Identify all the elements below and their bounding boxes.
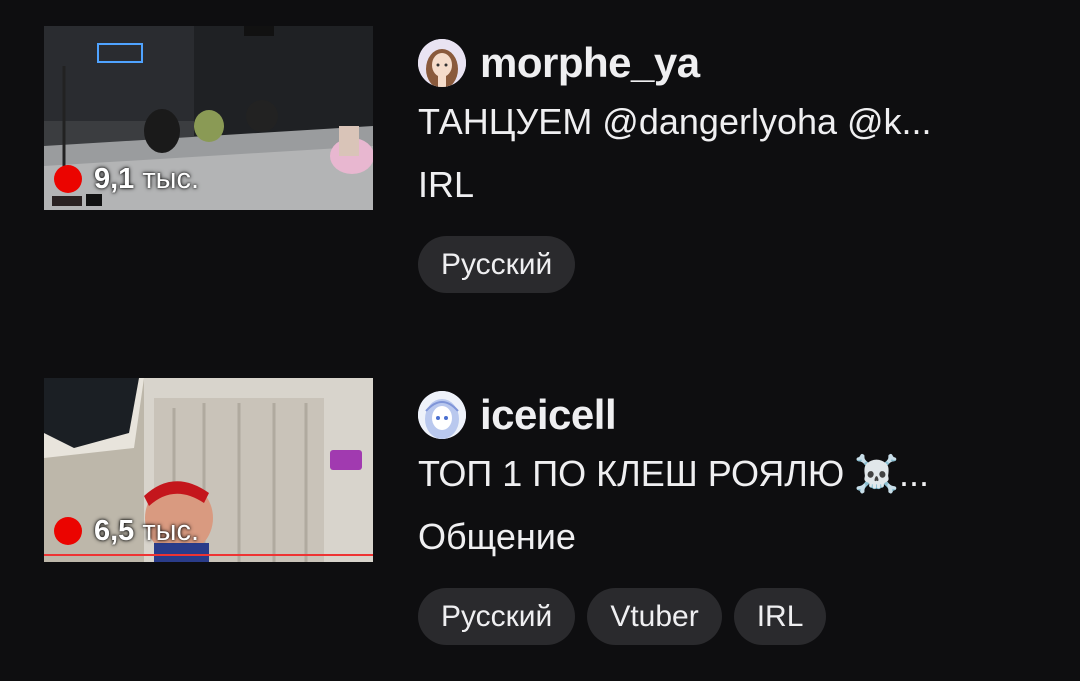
stream-thumbnail[interactable]: 9,1 тыс. <box>44 26 373 210</box>
tag-list: Русский <box>418 236 1054 293</box>
tag[interactable]: Русский <box>418 236 576 293</box>
tag-list: Русский Vtuber IRL <box>418 588 1054 645</box>
tag[interactable]: Русский <box>418 588 576 645</box>
stream-card[interactable]: 9,1 тыс. morphe_ya ТАНЦУЕМ @dangerlyoha … <box>44 26 1054 326</box>
stream-category[interactable]: Общение <box>418 516 1054 558</box>
channel-name[interactable]: morphe_ya <box>480 39 700 87</box>
stream-card[interactable]: 6,5 тыс. iceicell ТОП 1 ПО КЛЕШ РОЯЛЮ ☠️… <box>44 378 1054 678</box>
viewer-count: 9,1 тыс. <box>94 162 200 195</box>
live-indicator: 6,5 тыс. <box>54 514 199 548</box>
tag[interactable]: IRL <box>733 588 827 645</box>
stream-title[interactable]: ТОП 1 ПО КЛЕШ РОЯЛЮ ☠️... <box>418 452 1038 496</box>
avatar[interactable] <box>418 391 466 439</box>
live-dot-icon <box>54 517 82 545</box>
channel-row[interactable]: morphe_ya <box>418 36 1054 90</box>
anime-girl-avatar-icon <box>418 39 466 87</box>
stream-info: iceicell ТОП 1 ПО КЛЕШ РОЯЛЮ ☠️... Общен… <box>418 388 1054 645</box>
stream-title[interactable]: ТАНЦУЕМ @dangerlyoha @k... <box>418 100 1038 144</box>
channel-name[interactable]: iceicell <box>480 391 617 439</box>
anime-avatar-blue-icon <box>418 391 466 439</box>
stream-info: morphe_ya ТАНЦУЕМ @dangerlyoha @k... IRL… <box>418 36 1054 293</box>
viewer-count: 6,5 тыс. <box>94 514 200 547</box>
stream-thumbnail[interactable]: 6,5 тыс. <box>44 378 373 562</box>
tag[interactable]: Vtuber <box>587 588 722 645</box>
channel-row[interactable]: iceicell <box>418 388 1054 442</box>
avatar[interactable] <box>418 39 466 87</box>
stream-category[interactable]: IRL <box>418 164 1054 206</box>
live-dot-icon <box>54 165 82 193</box>
live-indicator: 9,1 тыс. <box>54 162 199 196</box>
